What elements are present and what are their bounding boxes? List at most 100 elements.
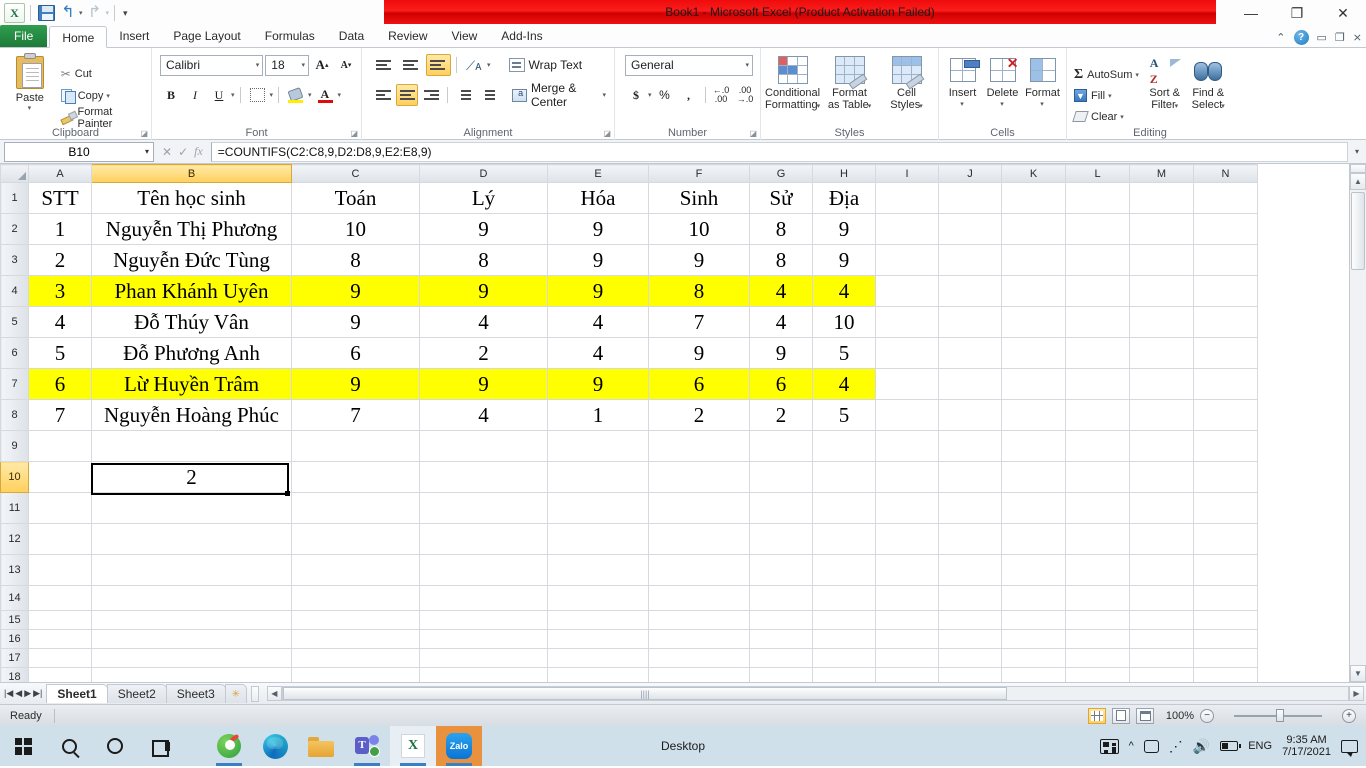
- cell-l11[interactable]: [1065, 492, 1130, 524]
- cell-d9[interactable]: [419, 430, 548, 462]
- font-size-input[interactable]: 18 ▾: [265, 54, 309, 76]
- undo-icon[interactable]: ↰: [58, 3, 78, 23]
- align-left-button[interactable]: [372, 84, 394, 106]
- cell-e1[interactable]: Hóa: [547, 182, 649, 214]
- cell-f15[interactable]: [648, 610, 750, 630]
- cell-f2[interactable]: 10: [648, 213, 750, 245]
- column-header-j[interactable]: J: [938, 164, 1002, 183]
- cell-b13[interactable]: [91, 554, 292, 586]
- cell-j17[interactable]: [938, 648, 1002, 668]
- column-header-l[interactable]: L: [1065, 164, 1130, 183]
- cell-b12[interactable]: [91, 523, 292, 555]
- cell-k9[interactable]: [1001, 430, 1066, 462]
- cell-m17[interactable]: [1129, 648, 1194, 668]
- cell-j2[interactable]: [938, 213, 1002, 245]
- cell-i18[interactable]: [875, 667, 939, 682]
- cell-d1[interactable]: Lý: [419, 182, 548, 214]
- cell-h18[interactable]: [812, 667, 876, 682]
- insert-caret[interactable]: ▾: [960, 99, 964, 111]
- cell-n10[interactable]: [1193, 461, 1258, 493]
- cell-b8[interactable]: Nguyễn Hoàng Phúc: [91, 399, 292, 431]
- table-row[interactable]: 8 7 Nguyễn Hoàng Phúc 7 4 1 2 2 5: [0, 399, 1258, 431]
- horizontal-scroll-track[interactable]: ||||: [281, 686, 1349, 701]
- cell-j1[interactable]: [938, 182, 1002, 214]
- fill-button[interactable]: ▼ Fill ▾: [1071, 86, 1142, 106]
- cell-j9[interactable]: [938, 430, 1002, 462]
- cell-i9[interactable]: [875, 430, 939, 462]
- underline-caret[interactable]: ▾: [231, 91, 235, 99]
- cell-e4[interactable]: 9: [547, 275, 649, 307]
- cell-n5[interactable]: [1193, 306, 1258, 338]
- cell-h8[interactable]: 5: [812, 399, 876, 431]
- cell-c2[interactable]: 10: [291, 213, 420, 245]
- cell-n2[interactable]: [1193, 213, 1258, 245]
- customize-qat-icon[interactable]: ▾: [120, 8, 131, 19]
- zoom-level-label[interactable]: 100%: [1160, 710, 1194, 722]
- cell-a15[interactable]: [28, 610, 92, 630]
- cell-l8[interactable]: [1065, 399, 1130, 431]
- cell-j11[interactable]: [938, 492, 1002, 524]
- cell-h6[interactable]: 5: [812, 337, 876, 369]
- cell-i4[interactable]: [875, 275, 939, 307]
- cell-k17[interactable]: [1001, 648, 1066, 668]
- cell-m3[interactable]: [1129, 244, 1194, 276]
- cell-d7[interactable]: 9: [419, 368, 548, 400]
- row-header-8[interactable]: 8: [0, 399, 29, 431]
- column-header-m[interactable]: M: [1129, 164, 1194, 183]
- table-row[interactable]: 6 5 Đỗ Phương Anh 6 2 4 9 9 5: [0, 337, 1258, 369]
- cell-i10[interactable]: [875, 461, 939, 493]
- grow-font-button[interactable]: A ▴: [311, 54, 333, 76]
- cell-c4[interactable]: 9: [291, 275, 420, 307]
- cell-h2[interactable]: 9: [812, 213, 876, 245]
- cell-m11[interactable]: [1129, 492, 1194, 524]
- cell-m8[interactable]: [1129, 399, 1194, 431]
- format-painter-button[interactable]: Format Painter: [58, 106, 147, 130]
- cell-f9[interactable]: [648, 430, 750, 462]
- cell-k14[interactable]: [1001, 585, 1066, 611]
- cell-b10[interactable]: 2: [91, 461, 292, 493]
- cell-f3[interactable]: 9: [648, 244, 750, 276]
- cell-d6[interactable]: 2: [419, 337, 548, 369]
- cell-m14[interactable]: [1129, 585, 1194, 611]
- cell-n16[interactable]: [1193, 629, 1258, 649]
- paste-dropdown-caret[interactable]: ▾: [28, 104, 32, 112]
- scroll-left-arrow[interactable]: ◀: [266, 686, 282, 701]
- row-header-15[interactable]: 15: [0, 610, 29, 630]
- cell-c16[interactable]: [291, 629, 420, 649]
- cell-d10[interactable]: [419, 461, 548, 493]
- cell-k8[interactable]: [1001, 399, 1066, 431]
- tab-review[interactable]: Review: [376, 25, 439, 47]
- cell-b7[interactable]: Lừ Huyền Trâm: [91, 368, 292, 400]
- bottom-align-button[interactable]: [426, 54, 451, 76]
- table-row[interactable]: 15: [0, 610, 1258, 630]
- name-box[interactable]: B10 ▾: [4, 141, 154, 162]
- scroll-right-arrow[interactable]: ▶: [1349, 686, 1364, 701]
- cell-k11[interactable]: [1001, 492, 1066, 524]
- font-color-button[interactable]: A: [314, 84, 337, 106]
- save-icon[interactable]: [36, 3, 56, 23]
- cell-m10[interactable]: [1129, 461, 1194, 493]
- collapse-ribbon-icon[interactable]: ⌃: [1276, 31, 1285, 44]
- cell-d14[interactable]: [419, 585, 548, 611]
- row-header-2[interactable]: 2: [0, 213, 29, 245]
- cell-n13[interactable]: [1193, 554, 1258, 586]
- table-row[interactable]: 12: [0, 523, 1258, 555]
- cell-l18[interactable]: [1065, 667, 1130, 682]
- cell-k16[interactable]: [1001, 629, 1066, 649]
- row-header-10[interactable]: 10: [0, 461, 29, 493]
- undo-dropdown-caret[interactable]: ▾: [79, 9, 83, 17]
- cell-e6[interactable]: 4: [547, 337, 649, 369]
- column-header-a[interactable]: A: [28, 164, 92, 183]
- cell-l1[interactable]: [1065, 182, 1130, 214]
- cell-l12[interactable]: [1065, 523, 1130, 555]
- cell-g4[interactable]: 4: [749, 275, 813, 307]
- cell-i14[interactable]: [875, 585, 939, 611]
- cell-a6[interactable]: 5: [28, 337, 92, 369]
- cell-d18[interactable]: [419, 667, 548, 682]
- cell-j13[interactable]: [938, 554, 1002, 586]
- cell-d12[interactable]: [419, 523, 548, 555]
- normal-view-button[interactable]: [1088, 707, 1106, 724]
- cell-i16[interactable]: [875, 629, 939, 649]
- cell-h11[interactable]: [812, 492, 876, 524]
- currency-caret[interactable]: ▾: [648, 91, 652, 99]
